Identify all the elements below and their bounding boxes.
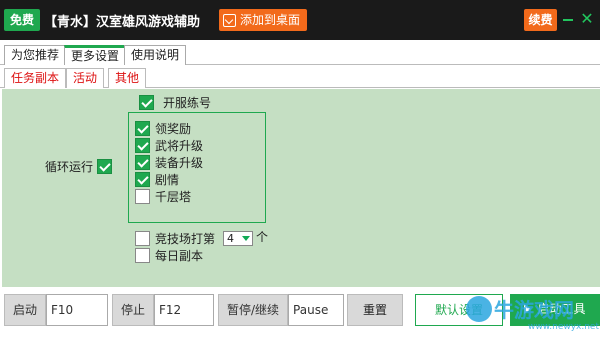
tab-more-settings[interactable]: 更多设置 <box>64 45 127 65</box>
loop-item-label: 千层塔 <box>155 190 192 204</box>
loop-item-label: 领奖励 <box>155 122 192 136</box>
subtab-task-dungeon[interactable]: 任务副本 <box>4 68 67 88</box>
stop-hotkey-group: 停止 F12 <box>112 294 215 326</box>
subtab-other[interactable]: 其他 <box>108 68 147 88</box>
tab-instructions[interactable]: 使用说明 <box>124 45 187 65</box>
arena-rank-value: 4 <box>227 232 234 245</box>
main-tabs: 为您推荐 更多设置 使用说明 <box>0 42 600 65</box>
start-hotkey-group: 启动 F10 <box>4 294 109 326</box>
loop-item-checkbox[interactable] <box>135 189 150 204</box>
renew-button[interactable]: 续费 <box>524 9 557 31</box>
settings-panel <box>2 89 600 287</box>
pause-hotkey-label: 暂停/继续 <box>218 294 289 326</box>
stop-hotkey-input[interactable]: F12 <box>154 294 215 326</box>
stop-hotkey-label: 停止 <box>112 294 155 326</box>
arena-rank-select[interactable]: 4 <box>223 231 253 246</box>
tab-recommend[interactable]: 为您推荐 <box>4 45 67 65</box>
pause-hotkey-group: 暂停/继续 Pause <box>218 294 345 326</box>
loop-item-label: 剧情 <box>155 173 180 187</box>
loop-item-checkbox[interactable] <box>135 155 150 170</box>
start-hotkey-input[interactable]: F10 <box>46 294 109 326</box>
minimize-icon[interactable] <box>563 19 573 21</box>
server-train-label: 开服练号 <box>163 96 212 110</box>
arena-unit-label: 个 <box>256 230 269 244</box>
add-desktop-icon <box>223 13 236 27</box>
watermark-url: www.newyx.net <box>528 322 600 332</box>
arena-checkbox[interactable] <box>135 231 150 246</box>
arena-label: 竞技场打第 <box>155 232 216 246</box>
daily-dungeon-label: 每日副本 <box>155 249 204 263</box>
loop-item-label: 装备升级 <box>155 156 204 170</box>
daily-dungeon-checkbox[interactable] <box>135 248 150 263</box>
loop-run-checkbox[interactable] <box>97 159 112 174</box>
loop-item-checkbox[interactable] <box>135 138 150 153</box>
close-icon[interactable]: ✕ <box>580 11 594 27</box>
pause-hotkey-input[interactable]: Pause <box>288 294 345 326</box>
add-to-desktop-button[interactable]: 添加到桌面 <box>219 9 308 31</box>
watermark-logo-icon <box>466 296 492 322</box>
chevron-down-icon <box>242 236 250 241</box>
sub-tabs: 任务副本 活动 其他 <box>0 66 600 88</box>
title-bar: 免费 【青水】汉室雄风游戏辅助 添加到桌面 续费 ✕ <box>0 0 600 40</box>
server-train-checkbox[interactable] <box>139 95 154 110</box>
watermark-text: 牛游戏网 <box>494 298 574 322</box>
subtab-activity[interactable]: 活动 <box>66 68 105 88</box>
reset-button[interactable]: 重置 <box>347 294 403 326</box>
loop-item-checkbox[interactable] <box>135 121 150 136</box>
add-desktop-label: 添加到桌面 <box>240 13 301 27</box>
free-badge: 免费 <box>4 9 41 31</box>
loop-item-checkbox[interactable] <box>135 172 150 187</box>
start-hotkey-label: 启动 <box>4 294 47 326</box>
loop-item-label: 武将升级 <box>155 139 204 153</box>
loop-run-label: 循环运行 <box>45 160 94 174</box>
app-title: 【青水】汉室雄风游戏辅助 <box>44 15 201 30</box>
